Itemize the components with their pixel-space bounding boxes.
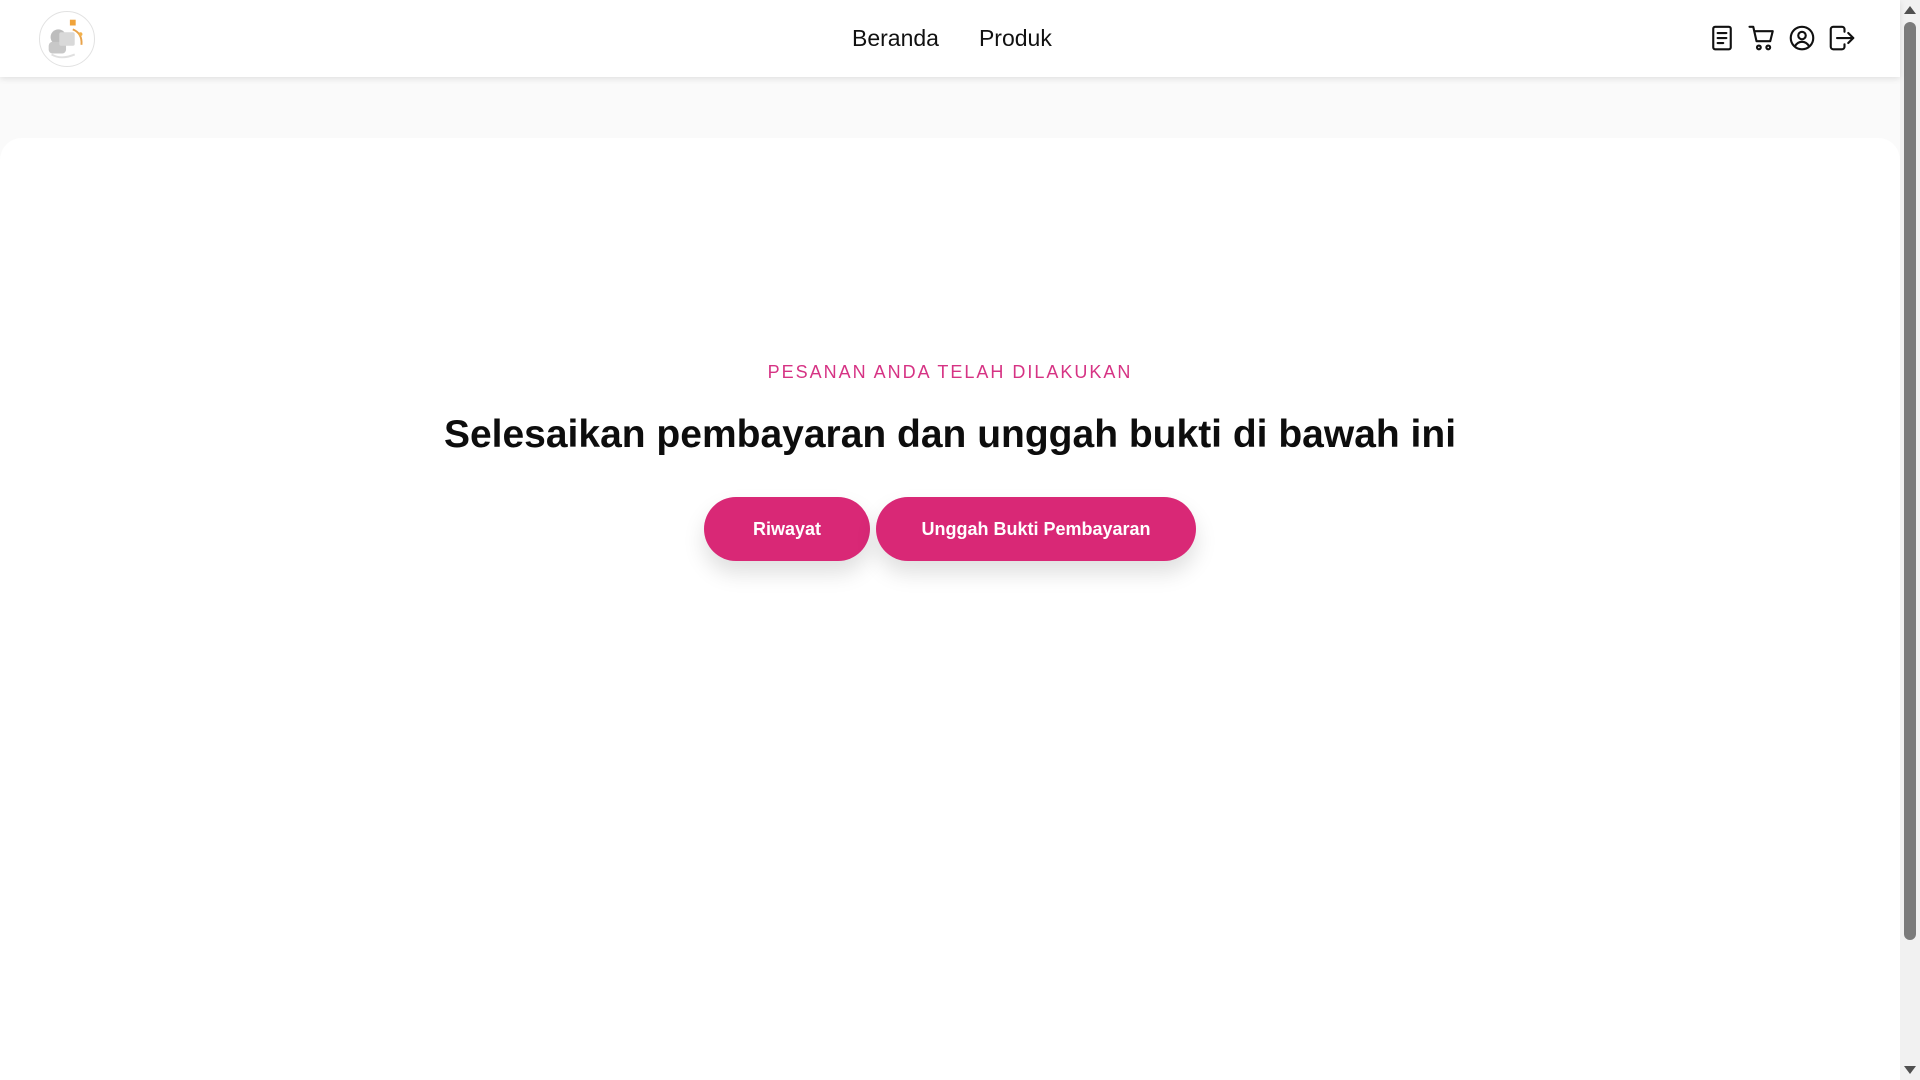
order-status-subtitle: PESANAN ANDA TELAH DILAKUKAN [767, 362, 1133, 382]
logout-button[interactable] [1826, 22, 1858, 54]
page-title: Selesaikan pembayaran dan unggah bukti d… [443, 413, 1457, 456]
main-nav: Beranda Produk [852, 22, 1052, 54]
logout-icon [1829, 25, 1855, 51]
vertical-scrollbar[interactable] [1900, 0, 1920, 1080]
order-confirmation-card: PESANAN ANDA TELAH DILAKUKAN Selesaikan … [0, 138, 1900, 1080]
scroll-up-arrow-icon[interactable] [1904, 6, 1916, 14]
page: Beranda Produk PESANAN ANDA TELAH DILAKU… [0, 0, 1900, 1080]
scroll-down-arrow-icon[interactable] [1904, 1066, 1916, 1074]
orders-button[interactable] [1706, 22, 1738, 54]
logo[interactable] [39, 11, 95, 67]
nav-icon-group [1706, 22, 1858, 54]
scrollbar-thumb[interactable] [1904, 22, 1916, 940]
upload-payment-proof-button[interactable]: Unggah Bukti Pembayaran [876, 497, 1196, 561]
nav-link-beranda[interactable]: Beranda [852, 22, 939, 54]
history-button[interactable]: Riwayat [704, 497, 870, 561]
orders-icon [1712, 25, 1732, 51]
cart-button[interactable] [1746, 22, 1778, 54]
navbar: Beranda Produk [0, 0, 1900, 77]
logo-illustration-icon [40, 12, 94, 66]
action-buttons: Riwayat Unggah Bukti Pembayaran [0, 497, 1900, 561]
cart-icon [1748, 25, 1774, 51]
user-account-icon [1789, 25, 1815, 51]
user-account-button[interactable] [1786, 22, 1818, 54]
nav-link-produk[interactable]: Produk [979, 22, 1052, 54]
